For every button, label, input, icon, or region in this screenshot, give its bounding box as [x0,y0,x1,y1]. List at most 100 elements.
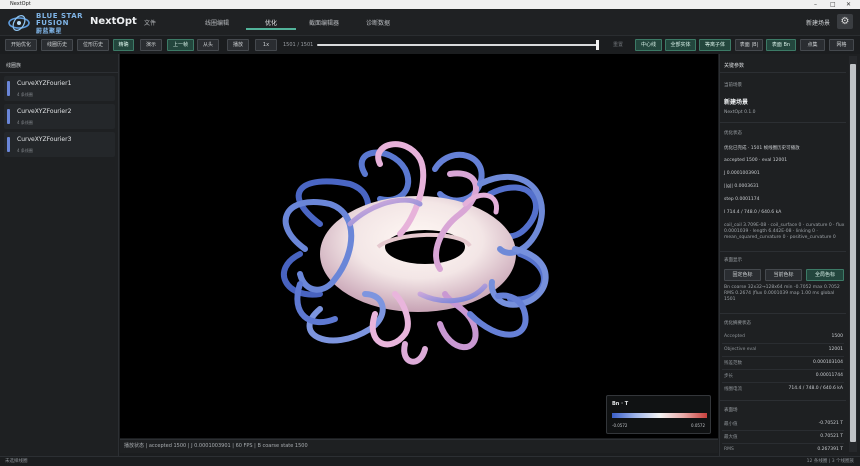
summary-label: 优化摘要状态 [724,321,751,326]
key-params-title: 关键参数 [724,63,745,69]
selection-status: 未选择线圈 [5,459,28,464]
coil-family-count: 4 条线圈 [17,92,33,97]
play-button[interactable]: 播放 [227,39,249,51]
fine-mode-button[interactable]: 精确 [113,39,134,51]
global-colormap-button[interactable]: 全局色标 [806,269,844,281]
grid-button[interactable]: 网格 [829,39,854,51]
current-colormap-button[interactable]: 当前色标 [765,269,802,281]
start-optimize-button[interactable]: 开始优化 [5,39,37,51]
summary-value: 0.000103104 [812,360,843,365]
divider [719,72,846,73]
logo-text-cn: 蔚蓝聚星 [36,28,63,35]
opt-status-line: I 714.4 / 748.0 / 640.6 kA [724,210,782,215]
tab-optimize[interactable]: 优化 [246,18,296,27]
tab-section-editor[interactable]: 截面编辑器 [299,18,349,27]
logo-text-en: BLUE STAR FUSION [36,12,84,27]
point-cloud-button[interactable]: 点集 [800,39,825,51]
opt-status-line: J 0.0001003901 [724,171,760,176]
gear-icon: ⚙ [840,16,850,27]
stellarator-render[interactable] [120,54,718,438]
logo-text: BLUE STAR FUSION 蔚蓝聚星 [36,12,88,36]
field-value: 0.70521 T [820,434,843,439]
divider [0,72,119,73]
coil-count-status: 12 条线圈 | 3 个线圈族 [806,459,854,464]
summary-key: 残差范数 [724,361,742,366]
scrollbar-thumb[interactable] [850,64,856,442]
logo-icon [8,15,30,31]
center-line-button[interactable]: 中心线 [635,39,662,51]
divider [719,251,846,252]
coil-family-count: 4 条线圈 [17,148,33,153]
plasma-button[interactable]: 等离子体 [699,39,731,51]
opt-status-line: accepted 1500 · eval 12001 [724,158,788,163]
field-value: 0.267391 T [817,447,843,452]
summary-value: 12001 [828,347,843,352]
legend-min: -0.0572 [612,423,628,428]
summary-key: Objective eval [724,347,757,352]
summary-key: 线圈电流 [724,387,742,392]
legend-title: Bn · T [612,401,629,407]
coil-family-name: CurveXYZFourier2 [17,108,72,115]
tab-file[interactable]: 文件 [125,18,175,27]
app-version: NextOpt 0.1.0 [724,110,756,115]
loss-terms: coil_coil 3.709E-08 · coil_surface 0 · c… [724,223,845,240]
summary-value: 1500 [831,334,843,339]
summary-value: 0.00011744 [815,373,843,378]
status-bar: 未选择线圈 12 条线圈 | 3 个线圈族 [0,456,860,466]
minimize-icon[interactable]: – [814,0,817,9]
coil-family-name: CurveXYZFourier3 [17,136,72,143]
right-panel-scrollbar[interactable] [849,56,857,452]
tab-diagnostics[interactable]: 诊断数据 [353,18,403,27]
reset-button[interactable]: 重置 [607,39,629,51]
all-solid-button[interactable]: 全部实体 [665,39,696,51]
coil-color-swatch [7,137,10,152]
from-start-button[interactable]: 从头 [197,39,219,51]
viewport-status: 播放状态 | accepted 1500 | J 0.0001003901 | … [120,439,718,453]
current-scene-name: 新建场景 [724,99,749,106]
close-icon[interactable]: ✕ [846,0,851,9]
surface-info: Bn coarse 32x32→128x64 min -0.7052 max 0… [724,285,840,302]
legend-gradient [612,413,707,418]
field-key: RMS [724,447,734,452]
opt-status-label: 优化状态 [724,131,742,136]
coil-family-item[interactable]: CurveXYZFourier1 4 条线圈 [4,76,115,101]
divider [719,122,846,123]
settings-button[interactable]: ⚙ [837,14,853,29]
colorbar-legend: Bn · T -0.0572 0.0572 [606,395,711,434]
opt-status-line: step 0.0001174 [724,197,760,202]
active-tab-indicator [246,28,296,30]
divider [722,430,844,431]
window-title: NextOpt [10,1,31,7]
surface-field-label: 表面场 [724,408,738,413]
fixed-colormap-button[interactable]: 固定色标 [724,269,761,281]
header-scene-name: 新建场景 [806,20,831,27]
summary-value: 714.4 / 748.0 / 640.6 kA [788,386,843,391]
divider [719,400,846,401]
demo-button[interactable]: 演示 [140,39,162,51]
divider [722,343,844,344]
3d-viewport[interactable] [120,54,718,438]
maximize-icon[interactable]: □ [830,0,836,9]
divider [719,313,846,314]
field-key: 最大值 [724,435,738,440]
coil-family-title: 线圈族 [6,63,22,69]
field-value: -0.70521 T [818,421,843,426]
current-scene-label: 当前场景 [724,83,742,88]
frame-counter: 1501 / 1501 [283,42,314,48]
surface-display-label: 表面显示 [724,258,742,263]
field-key: 最小值 [724,422,738,427]
opt-status-line: 优化已完成 · 1501 帧线圈历史可播放 [724,146,800,151]
prev-frame-button[interactable]: 上一帧 [167,39,194,51]
position-history-button[interactable]: 位形历史 [77,39,109,51]
surface-bn-button[interactable]: 表面 Bn [766,39,796,51]
frame-slider-handle[interactable] [596,40,599,50]
speed-select[interactable]: 1x [255,39,277,51]
frame-slider[interactable] [317,44,598,46]
divider [722,382,844,383]
tab-coil-edit[interactable]: 线圈编辑 [192,18,242,27]
coil-color-swatch [7,81,10,96]
coil-history-button[interactable]: 线圈历史 [41,39,73,51]
coil-family-item[interactable]: CurveXYZFourier2 4 条线圈 [4,104,115,129]
surface-b-button[interactable]: 表面 |B| [735,39,763,51]
coil-family-item[interactable]: CurveXYZFourier3 4 条线圈 [4,132,115,157]
